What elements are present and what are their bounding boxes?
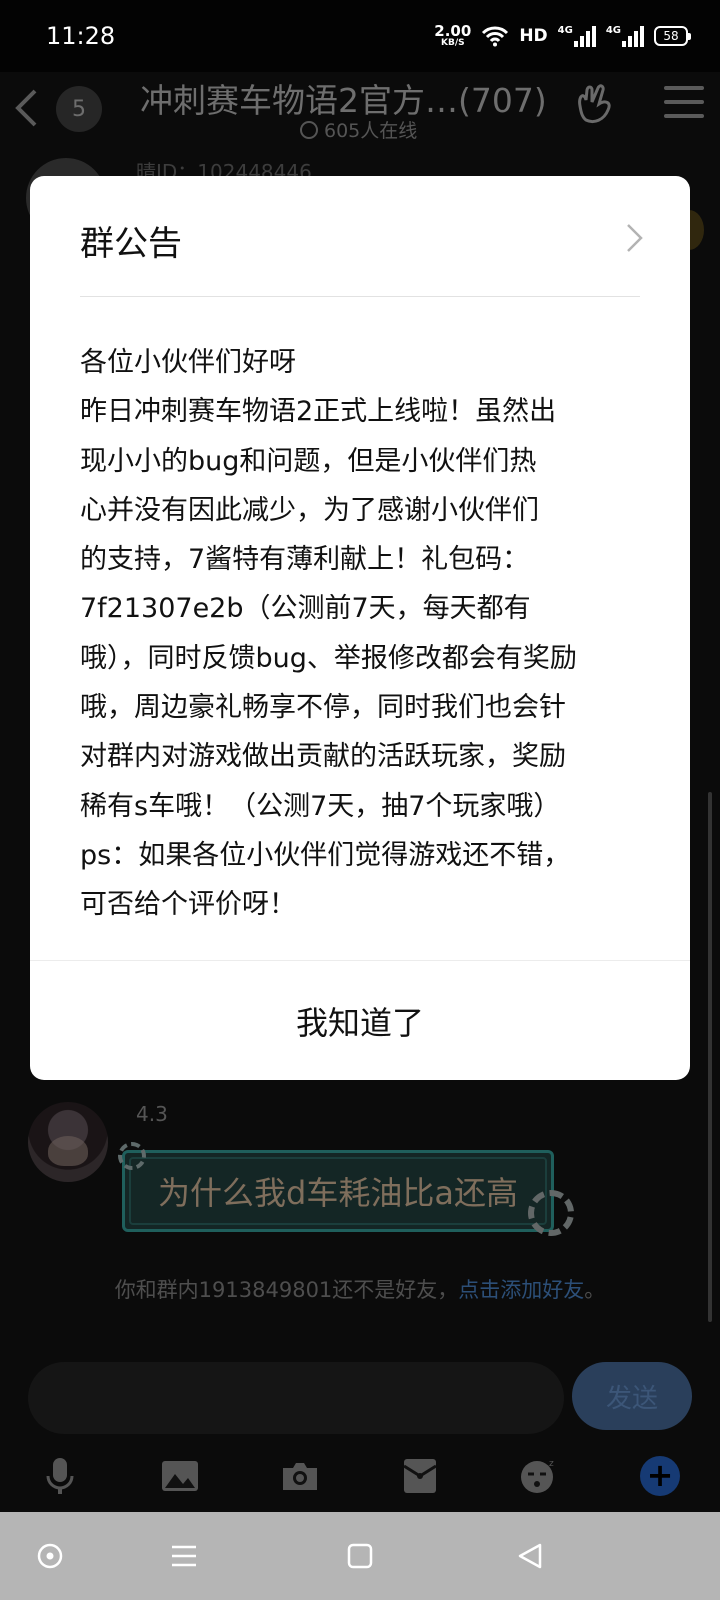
- announcement-line: 各位小伙伴们好呀: [80, 347, 296, 378]
- battery-icon: 58: [654, 26, 691, 46]
- friend-notice-text: 你和群内1913849801还不是好友，: [114, 1278, 459, 1302]
- announcement-line: 的支持，7酱特有薄利献上！礼包码：: [80, 544, 530, 576]
- wifi-icon: [482, 26, 509, 47]
- menu-icon[interactable]: [664, 86, 704, 122]
- cell-signal-icon-2: 4G: [606, 25, 644, 47]
- announcement-line: 现小小的bug和问题，但是小伙伴们热: [80, 445, 537, 477]
- status-time: 11:28: [46, 22, 116, 50]
- status-icons: 2.00 KB/S HD 4G 4G 58: [434, 20, 691, 52]
- confirm-button[interactable]: 我知道了: [30, 961, 690, 1080]
- announcement-line: ps：如果各位小伙伴们觉得游戏还不错，: [80, 839, 571, 871]
- svg-text:z: z: [549, 1459, 554, 1469]
- online-icon: [300, 120, 318, 139]
- message-input[interactable]: [28, 1362, 564, 1434]
- assistant-nav-icon[interactable]: [28, 1534, 72, 1578]
- unread-count-badge[interactable]: 5: [56, 86, 102, 132]
- sender-name: 4.3: [136, 1102, 168, 1126]
- dialog-header[interactable]: 群公告: [30, 176, 690, 296]
- gear-icon-large: [528, 1190, 574, 1236]
- network-type-label: 4G: [557, 25, 573, 36]
- message-text: 为什么我d车耗油比a还高: [158, 1174, 518, 1212]
- back-button[interactable]: [8, 86, 44, 130]
- send-button[interactable]: 发送: [572, 1362, 692, 1430]
- online-count-text: 605人在线: [324, 120, 418, 142]
- hd-label: HD: [519, 26, 548, 46]
- hand-gesture-icon[interactable]: [572, 84, 618, 126]
- chevron-right-icon[interactable]: [622, 222, 646, 254]
- image-icon[interactable]: [158, 1454, 202, 1498]
- navigation-bar: [0, 1512, 720, 1600]
- friend-notice: 你和群内1913849801还不是好友，点击添加好友。: [0, 1274, 720, 1304]
- announcement-line: 可否给个评价呀！: [80, 889, 296, 921]
- friend-notice-suffix: 。: [584, 1278, 606, 1302]
- home-nav-icon[interactable]: [338, 1534, 382, 1578]
- network-speed-unit: KB/S: [441, 38, 465, 48]
- input-toolbar: z: [0, 1446, 720, 1506]
- chat-title[interactable]: 冲刺赛车物语2官方…(707): [140, 74, 560, 122]
- announcement-line: 哦，周边豪礼畅享不停，同时我们也会针: [80, 692, 566, 724]
- sender-avatar[interactable]: [28, 1102, 108, 1182]
- red-packet-icon[interactable]: [398, 1454, 442, 1498]
- emoji-icon[interactable]: z: [516, 1454, 560, 1498]
- battery-level: 58: [663, 29, 679, 43]
- announcement-line: 昨日冲刺赛车物语2正式上线啦！虽然出: [80, 396, 557, 428]
- chevron-left-icon: [15, 89, 37, 127]
- network-speed-value: 2.00: [434, 22, 472, 40]
- announcement-body: 各位小伙伴们好呀 昨日冲刺赛车物语2正式上线啦！虽然出 现小小的bug和问题，但…: [80, 338, 650, 930]
- network-type-label-2: 4G: [605, 25, 621, 36]
- more-options-button[interactable]: +: [640, 1456, 680, 1496]
- menu-nav-icon[interactable]: [162, 1534, 206, 1578]
- announcement-line: 心并没有因此减少，为了感谢小伙伴们: [80, 494, 539, 526]
- camera-icon[interactable]: [278, 1454, 322, 1498]
- microphone-icon[interactable]: [38, 1454, 82, 1498]
- dialog-title: 群公告: [80, 224, 182, 264]
- online-status: 605人在线: [300, 116, 417, 143]
- scrollbar[interactable]: [708, 792, 712, 1322]
- announcement-line: 稀有s车哦！（公测7天，抽7个玩家哦）: [80, 790, 561, 822]
- announcement-dialog: 群公告 各位小伙伴们好呀 昨日冲刺赛车物语2正式上线啦！虽然出 现小小的bug和…: [30, 176, 690, 1080]
- cell-signal-icon: 4G: [558, 25, 596, 47]
- announcement-line: 哦），同时反馈bug、举报修改都会有奖励: [80, 642, 577, 674]
- announcement-line: 7f21307e2b（公测前7天，每天都有: [80, 593, 531, 625]
- message-bubble[interactable]: 为什么我d车耗油比a还高: [122, 1150, 554, 1232]
- divider: [80, 296, 640, 297]
- status-bar: 11:28 2.00 KB/S HD 4G 4G 58: [0, 0, 720, 72]
- gear-icon: [118, 1142, 146, 1170]
- announcement-line: 对群内对游戏做出贡献的活跃玩家，奖励: [80, 741, 566, 773]
- add-friend-link[interactable]: 点击添加好友: [458, 1278, 584, 1302]
- back-nav-icon[interactable]: [508, 1534, 552, 1578]
- network-speed: 2.00 KB/S: [434, 24, 471, 48]
